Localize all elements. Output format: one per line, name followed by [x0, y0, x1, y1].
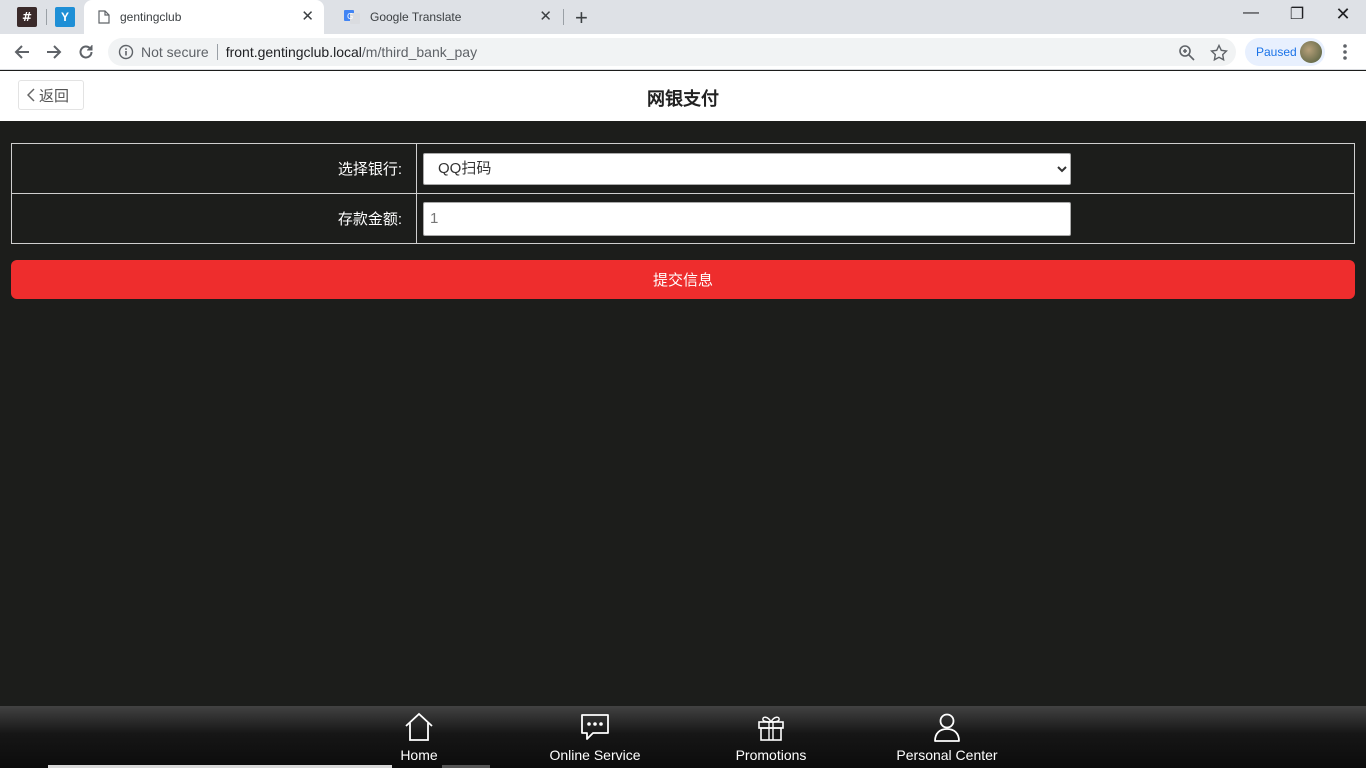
- nav-personal-center-label: Personal Center: [896, 747, 998, 763]
- google-translate-icon: G: [344, 10, 360, 24]
- profile-button[interactable]: Paused: [1245, 38, 1325, 66]
- nav-promotions-label: Promotions: [735, 747, 807, 763]
- security-label: Not secure: [141, 44, 209, 60]
- bookmark-star-icon[interactable]: [1210, 44, 1228, 62]
- y-logo-icon: Y: [60, 10, 69, 24]
- back-arrow-icon[interactable]: [10, 40, 34, 64]
- amount-field-cell: [416, 193, 1355, 244]
- minimize-icon[interactable]: —: [1239, 4, 1263, 22]
- page-title: 网银支付: [647, 89, 719, 109]
- nav-home[interactable]: Home: [359, 712, 479, 763]
- nav-home-label: Home: [400, 747, 438, 763]
- nav-promotions[interactable]: Promotions: [711, 712, 831, 763]
- user-icon: [934, 713, 960, 742]
- divider: [216, 44, 218, 60]
- avatar: [1300, 41, 1322, 63]
- pinned-tab-hash[interactable]: #: [17, 7, 37, 27]
- address-bar[interactable]: Not secure front.gentingclub.local/m/thi…: [108, 38, 1236, 66]
- amount-label: 存款金额:: [11, 193, 417, 244]
- url-path: /m/third_bank_pay: [361, 44, 478, 60]
- page-header: 返回 网银支付: [0, 71, 1366, 121]
- bank-row: 选择银行: QQ扫码: [11, 143, 1355, 194]
- hash-icon: #: [21, 10, 33, 24]
- nav-online-service[interactable]: Online Service: [535, 712, 655, 763]
- kebab-menu-icon[interactable]: [1336, 42, 1354, 62]
- amount-input[interactable]: [423, 201, 1071, 236]
- zoom-icon[interactable]: [1178, 44, 1196, 62]
- bottom-nav: Home Online Service Promotions Personal …: [0, 706, 1366, 768]
- bank-label: 选择银行:: [11, 143, 417, 194]
- close-icon[interactable]: ✕: [301, 9, 314, 25]
- bank-select[interactable]: QQ扫码: [423, 152, 1071, 185]
- chat-icon: [581, 714, 609, 740]
- tab-title: Google Translate: [370, 10, 462, 24]
- tab-separator: [563, 9, 564, 25]
- nav-personal-center[interactable]: Personal Center: [887, 712, 1007, 763]
- amount-row: 存款金额:: [11, 193, 1355, 244]
- tab-title: gentingclub: [120, 10, 182, 24]
- forward-arrow-icon[interactable]: [42, 40, 66, 64]
- info-icon[interactable]: [118, 44, 134, 60]
- tab-separator: [46, 9, 47, 25]
- reload-icon[interactable]: [74, 40, 98, 64]
- window-close-icon[interactable]: ✕: [1331, 4, 1355, 25]
- bank-field-cell: QQ扫码: [416, 143, 1355, 194]
- new-tab-plus-icon[interactable]: +: [575, 5, 588, 31]
- browser-tab-strip: # Y gentingclub ✕ G Google Translate ✕ +…: [0, 0, 1366, 34]
- home-icon: [405, 712, 433, 741]
- profile-status: Paused: [1256, 45, 1297, 59]
- pinned-tab-y[interactable]: Y: [55, 7, 75, 27]
- tab-gentingclub[interactable]: gentingclub ✕: [84, 0, 324, 34]
- restore-icon[interactable]: ❐: [1285, 4, 1309, 24]
- nav-online-service-label: Online Service: [549, 747, 641, 763]
- url-host: front.gentingclub.local: [225, 44, 362, 60]
- close-icon[interactable]: ✕: [539, 9, 552, 25]
- page-icon: [98, 10, 110, 24]
- browser-toolbar: Not secure front.gentingclub.local/m/thi…: [0, 34, 1366, 70]
- payment-form: 选择银行: QQ扫码 存款金额:: [11, 143, 1355, 244]
- gift-icon: [758, 716, 784, 741]
- submit-button[interactable]: 提交信息: [11, 260, 1355, 299]
- tab-google-translate[interactable]: G Google Translate ✕: [330, 0, 562, 34]
- svg-text:G: G: [347, 12, 353, 21]
